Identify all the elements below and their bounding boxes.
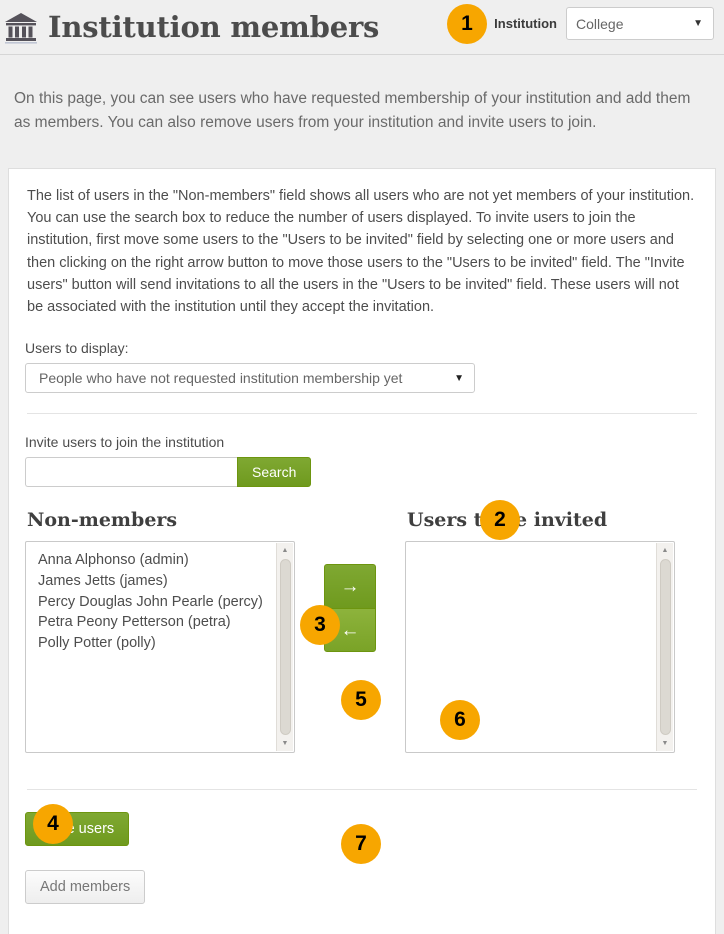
chevron-down-icon: ▼ bbox=[454, 372, 464, 384]
add-members-button[interactable]: Add members bbox=[25, 870, 146, 905]
nonmembers-column: Non-members Anna Alphonso (admin) James … bbox=[25, 509, 295, 754]
institution-select[interactable]: College ▼ bbox=[566, 7, 714, 40]
list-item[interactable]: Anna Alphonso (admin) bbox=[38, 550, 294, 571]
list-item[interactable]: Percy Douglas John Pearle (percy) bbox=[38, 592, 294, 613]
scroll-up-icon[interactable]: ▲ bbox=[277, 543, 293, 558]
list-item[interactable]: James Jetts (james) bbox=[38, 571, 294, 592]
callout-badge-1: 1 bbox=[447, 4, 487, 44]
search-row: Search bbox=[25, 457, 699, 488]
callout-badge-6: 6 bbox=[440, 700, 480, 741]
scrollbar-thumb[interactable] bbox=[659, 559, 671, 736]
nonmembers-scrollbar[interactable]: ▲ ▼ bbox=[276, 543, 293, 752]
scroll-down-icon[interactable]: ▼ bbox=[277, 736, 293, 751]
page-title: Institution members bbox=[48, 10, 380, 44]
page-title-group: Institution members bbox=[4, 10, 379, 44]
scrollbar-thumb[interactable] bbox=[279, 559, 291, 736]
page-header: Institution members Institution College … bbox=[0, 0, 724, 55]
divider-top bbox=[27, 413, 697, 415]
nonmembers-listbox[interactable]: Anna Alphonso (admin) James Jetts (james… bbox=[25, 541, 295, 754]
users-to-display-label: Users to display: bbox=[25, 340, 129, 357]
move-right-button[interactable]: → bbox=[324, 564, 376, 609]
bank-institution-icon bbox=[4, 10, 38, 44]
search-button[interactable]: Search bbox=[237, 457, 312, 488]
callout-badge-3: 3 bbox=[300, 605, 340, 646]
callout-badge-7: 7 bbox=[341, 824, 381, 865]
invite-users-label: Invite users to join the institution bbox=[25, 434, 225, 451]
users-to-display-value: People who have not requested institutio… bbox=[39, 370, 403, 387]
chevron-down-icon: ▼ bbox=[693, 18, 703, 29]
divider-bottom bbox=[27, 789, 697, 791]
search-input[interactable] bbox=[25, 457, 237, 488]
users-to-display-select[interactable]: People who have not requested institutio… bbox=[25, 363, 475, 394]
institution-label: Institution bbox=[494, 16, 557, 31]
callout-badge-4: 4 bbox=[33, 804, 73, 845]
invited-scrollbar[interactable]: ▲ ▼ bbox=[656, 543, 673, 752]
scroll-down-icon[interactable]: ▼ bbox=[657, 736, 673, 751]
main-card: The list of users in the "Non-members" f… bbox=[8, 168, 716, 934]
nonmembers-heading: Non-members bbox=[27, 509, 178, 532]
callout-badge-5: 5 bbox=[341, 680, 381, 721]
intro-paragraph: On this page, you can see users who have… bbox=[14, 89, 691, 131]
institution-select-value: College bbox=[576, 15, 624, 32]
scroll-up-icon[interactable]: ▲ bbox=[657, 543, 673, 558]
list-item[interactable]: Polly Potter (polly) bbox=[38, 633, 294, 654]
invited-heading: Users to be invited bbox=[407, 509, 608, 532]
institution-selector-group: Institution College ▼ bbox=[494, 7, 714, 40]
list-item[interactable]: Petra Peony Petterson (petra) bbox=[38, 612, 294, 633]
instructions-paragraph: The list of users in the "Non-members" f… bbox=[27, 188, 695, 315]
callout-badge-2: 2 bbox=[480, 500, 520, 541]
